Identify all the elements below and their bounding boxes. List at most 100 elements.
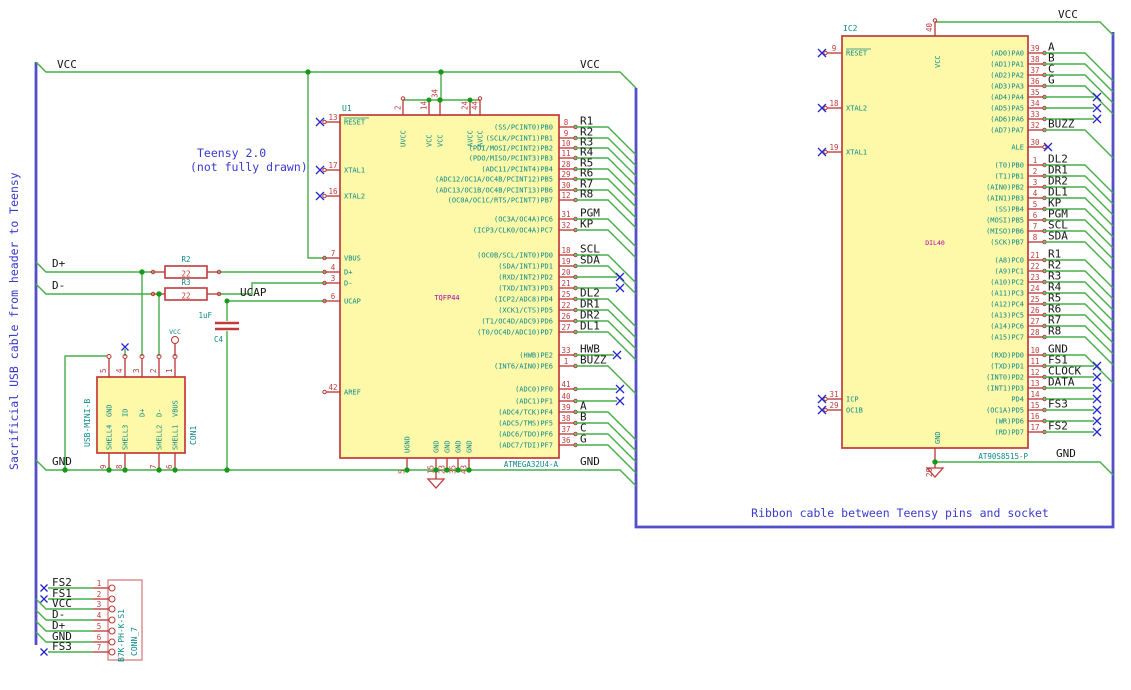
pin-name: (TXD)PD1 <box>990 363 1024 371</box>
pin-name: D- <box>156 409 164 417</box>
pin-name: (ADC4/TCK)PF4 <box>498 409 553 417</box>
pin-name: (A10)PC2 <box>990 279 1024 287</box>
pin-name: (AD3)PA3 <box>990 83 1024 91</box>
pin-number: 30 <box>561 181 571 190</box>
pin-name: SHELL1 <box>172 425 180 450</box>
ribbon-cable-note: Ribbon cable between Teensy pins and soc… <box>751 506 1049 520</box>
pin-name: (SCLK/PCINT1)PB1 <box>486 135 553 143</box>
pin-name: (ICP2/ADC8)PD4 <box>494 296 553 304</box>
pin-number: 25 <box>1030 295 1039 304</box>
pin-name: (ADC1)PF1 <box>515 398 553 406</box>
pin-number: 33 <box>561 346 570 355</box>
ic2-right-pins: 39(AD0)PA0 A 38(AD1)PA1 B 37(AD2)PA2 C 36(A… <box>986 41 1114 437</box>
pin-number: 11 <box>561 149 570 158</box>
pin-name: SHELL3 <box>122 425 130 450</box>
pin-name: (OC0B/SCL/INT0)PD0 <box>477 252 553 260</box>
net-label: R8 <box>1048 325 1061 338</box>
pin-number: 25 <box>561 290 570 299</box>
pin-number: 2 <box>149 368 158 373</box>
pin-number: 2 <box>1033 167 1038 176</box>
net-label: DL1 <box>580 320 600 333</box>
net-label-gnd-ic2: GND <box>1056 447 1076 460</box>
pin-number: 8 <box>564 118 569 127</box>
pin-name: GND <box>934 431 942 444</box>
pin-name: (ADC7/TDI)PF7 <box>498 442 553 450</box>
net-label: G <box>580 433 587 446</box>
pin-number: 21 <box>1030 251 1039 260</box>
pin-number: 8 <box>1033 233 1038 242</box>
pin-number: 8 <box>115 464 124 469</box>
pin-number: 18 <box>561 246 571 255</box>
pin-number: 9 <box>832 44 837 53</box>
conn7-value: B7K-PH-K-S1 <box>117 609 126 662</box>
pin-name: (PDI/MOSI/PCINT2)PB2 <box>469 145 553 153</box>
pin-name: (ADC13/OC1B/OC4B/PCINT13)PB6 <box>435 187 553 195</box>
pin-name: RESET <box>846 50 868 58</box>
pin-name: (AD7)PA7 <box>990 127 1024 135</box>
pin-name: UCAP <box>344 298 361 306</box>
pin-number: 38 <box>1030 55 1040 64</box>
pin-number: 6 <box>331 292 336 301</box>
pin-name: (A15)PC7 <box>990 334 1024 342</box>
u1-value: ATMEGA32U4-A <box>504 460 559 469</box>
pin-name: VBUS <box>172 400 180 417</box>
component-r2: R2 22 <box>150 255 222 279</box>
pin-number: 16 <box>1030 412 1040 421</box>
pin-name: (AD2)PA2 <box>990 72 1024 80</box>
pin-name: (XCK1/CTS)PD5 <box>498 307 553 315</box>
pin-number: 34 <box>431 88 440 98</box>
pin-number: 37 <box>1030 66 1039 75</box>
pin-number: 23 <box>1030 273 1039 282</box>
pin-number: 16 <box>328 187 338 196</box>
pin-name: AREF <box>344 389 361 397</box>
pin-name: VCC <box>934 55 942 68</box>
pin-number: 20 <box>925 467 934 477</box>
pin-name: (AD0)PA0 <box>990 50 1024 58</box>
pin-number: 21 <box>561 279 570 288</box>
net-label-gnd-right: GND <box>580 455 600 468</box>
ic2-footprint: DIL40 <box>925 239 945 247</box>
pin-number: 12 <box>1030 368 1039 377</box>
net-label: KP <box>580 218 594 231</box>
pin-name: OC1B <box>846 407 863 415</box>
pin-name: (SDA/INT1)PD1 <box>498 263 553 271</box>
pin-name: (RD)PD7 <box>994 429 1024 437</box>
pin-number: 10 <box>561 139 571 148</box>
pin-name: (AD6)PA6 <box>990 116 1024 124</box>
pin-number: 9 <box>564 129 569 138</box>
c4-value: 1uF <box>198 311 212 320</box>
pin-number: 1 <box>564 357 569 366</box>
r2-ref: R2 <box>181 255 190 264</box>
r3-value: 22 <box>181 292 190 301</box>
ic2-value: AT90S8515-P <box>978 452 1028 461</box>
pin-name: (MISO)PB6 <box>986 228 1024 236</box>
pin-number: 36 <box>1030 77 1040 86</box>
pin-name: (WR)PD6 <box>994 418 1024 426</box>
pin-number: 1 <box>165 368 174 373</box>
pin-name: ID <box>122 409 130 417</box>
net-label: DATA <box>1048 376 1075 389</box>
pin-name: D+ <box>344 269 352 277</box>
pin-number: 1 <box>97 579 102 588</box>
pin-number: 5 <box>99 368 108 373</box>
pin-number: 40 <box>925 22 934 32</box>
net-label: G <box>1048 74 1055 87</box>
pin-name: (SCK)PB7 <box>990 239 1024 247</box>
pin-number: 12 <box>561 191 570 200</box>
net-label: SDA <box>1048 230 1068 243</box>
conn7-ref: CONN_7 <box>130 627 139 656</box>
pin-number: 28 <box>561 160 571 169</box>
net-label-vcc-right: VCC <box>580 58 600 71</box>
net-label-dminus: D- <box>52 279 65 292</box>
pin-number: 18 <box>829 99 839 108</box>
pin-number: 7 <box>149 464 158 469</box>
pin-name: (T0)PB0 <box>994 162 1024 170</box>
net-label: FS3 <box>52 640 72 653</box>
pin-number: 28 <box>1030 328 1040 337</box>
pin-name: PD4 <box>1011 396 1024 404</box>
pin-number: 4 <box>331 263 336 272</box>
pin-name: (A9)PC1 <box>994 268 1024 276</box>
pin-name: GND <box>444 440 452 453</box>
u1-ref: U1 <box>342 104 352 113</box>
c4-ref: C4 <box>214 335 224 344</box>
